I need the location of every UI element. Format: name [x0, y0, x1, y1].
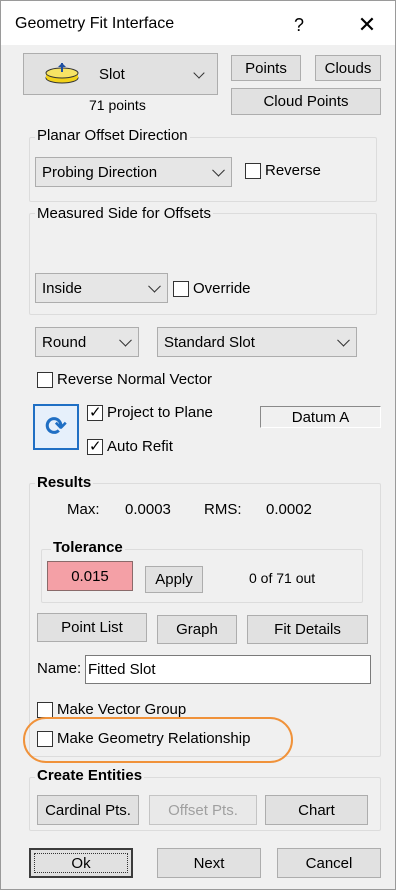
- fit-details-button[interactable]: Fit Details: [247, 615, 368, 644]
- chevron-down-icon: [119, 333, 132, 347]
- results-label: Results: [35, 474, 94, 491]
- measured-side-select[interactable]: Inside: [35, 273, 168, 303]
- feature-type-label: Slot: [99, 66, 125, 83]
- chart-button[interactable]: Chart: [265, 795, 368, 825]
- ok-button[interactable]: Ok: [29, 848, 133, 878]
- make-vector-group-checkbox[interactable]: Make Vector Group: [37, 701, 186, 718]
- reverse-normal-checkbox[interactable]: Reverse Normal Vector: [37, 371, 212, 388]
- auto-refit-checkbox-box[interactable]: [87, 437, 103, 455]
- apply-button[interactable]: Apply: [145, 566, 203, 593]
- name-value: Fitted Slot: [88, 661, 156, 678]
- make-vector-group-checkbox-box[interactable]: [37, 701, 53, 718]
- out-count: 0 of 71 out: [249, 570, 316, 586]
- override-checkbox[interactable]: Override: [173, 280, 251, 297]
- slot-type-select[interactable]: Standard Slot: [157, 327, 357, 357]
- cardinal-pts-button[interactable]: Cardinal Pts.: [37, 795, 139, 825]
- window-title: Geometry Fit Interface: [15, 15, 175, 32]
- measured-side-label: Measured Side for Offsets: [35, 205, 213, 222]
- chevron-down-icon: [148, 279, 161, 293]
- rms-value: 0.0002: [266, 501, 312, 518]
- highlight-ellipse: [23, 717, 293, 763]
- planar-offset-label: Planar Offset Direction: [35, 127, 190, 144]
- auto-refit-checkbox[interactable]: Auto Refit: [87, 437, 173, 455]
- project-to-plane-checkbox[interactable]: Project to Plane: [87, 403, 213, 421]
- reverse-normal-label: Reverse Normal Vector: [57, 371, 213, 388]
- shape-value: Round: [42, 333, 87, 351]
- make-vector-group-label: Make Vector Group: [57, 701, 187, 718]
- auto-refit-label: Auto Refit: [107, 438, 173, 455]
- project-to-plane-checkbox-box[interactable]: [87, 403, 103, 421]
- refresh-icon: ⟳: [45, 412, 67, 442]
- name-input[interactable]: Fitted Slot: [85, 655, 371, 684]
- max-label: Max:: [67, 501, 100, 518]
- point-count: 71 points: [89, 97, 146, 113]
- offset-pts-button[interactable]: Offset Pts.: [149, 795, 257, 825]
- slot-type-value: Standard Slot: [164, 333, 255, 351]
- next-button[interactable]: Next: [157, 848, 261, 878]
- slot-icon: [44, 63, 80, 85]
- tolerance-label: Tolerance: [51, 539, 125, 556]
- close-button[interactable]: ✕: [353, 11, 381, 39]
- reverse-normal-checkbox-box[interactable]: [37, 371, 53, 388]
- max-value: 0.0003: [125, 501, 171, 518]
- reverse-checkbox-box[interactable]: [245, 162, 261, 179]
- offset-direction-select[interactable]: Probing Direction: [35, 157, 232, 187]
- cancel-button[interactable]: Cancel: [277, 848, 381, 878]
- measured-side-value: Inside: [42, 279, 83, 297]
- override-label: Override: [193, 280, 251, 297]
- rms-label: RMS:: [204, 501, 242, 518]
- title-bar: Geometry Fit Interface ? ✕: [1, 1, 395, 45]
- points-button[interactable]: Points: [231, 55, 301, 81]
- datum-label: Datum A: [260, 406, 381, 428]
- reverse-checkbox[interactable]: Reverse: [245, 162, 321, 179]
- create-entities-label: Create Entities: [35, 767, 145, 784]
- shape-select[interactable]: Round: [35, 327, 139, 357]
- point-list-button[interactable]: Point List: [37, 613, 147, 642]
- tolerance-value: 0.015: [71, 567, 109, 585]
- graph-button[interactable]: Graph: [157, 615, 237, 644]
- geometry-fit-dialog: Geometry Fit Interface ? ✕ Slot 71 point…: [0, 0, 396, 890]
- project-to-plane-label: Project to Plane: [107, 404, 213, 421]
- offset-direction-value: Probing Direction: [42, 163, 158, 181]
- clouds-button[interactable]: Clouds: [315, 55, 381, 81]
- tolerance-input[interactable]: 0.015: [47, 561, 133, 591]
- cloud-points-button[interactable]: Cloud Points: [231, 88, 381, 115]
- reverse-label: Reverse: [265, 162, 321, 179]
- feature-type-select[interactable]: Slot: [23, 53, 218, 95]
- chevron-down-icon: [212, 163, 225, 177]
- chevron-down-icon: [337, 333, 350, 347]
- override-checkbox-box[interactable]: [173, 280, 189, 297]
- help-button[interactable]: ?: [287, 13, 311, 37]
- name-label: Name:: [37, 660, 82, 677]
- chevron-down-icon: [193, 67, 205, 79]
- refit-button[interactable]: ⟳: [33, 404, 79, 450]
